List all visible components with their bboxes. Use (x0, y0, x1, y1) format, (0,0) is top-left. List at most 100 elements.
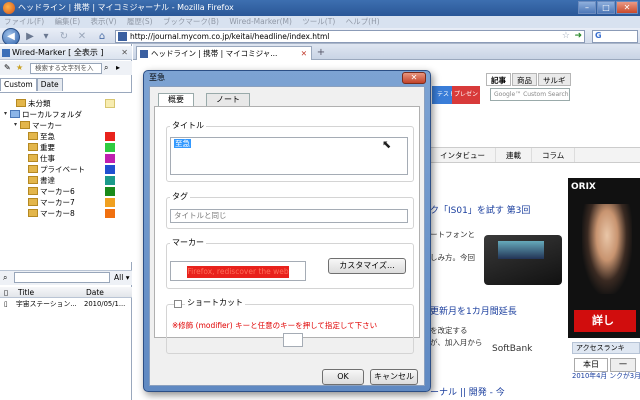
dialog-tab-note[interactable]: ノート (206, 93, 250, 106)
nav-series[interactable]: 連載 (496, 148, 532, 162)
present-banner-button[interactable]: プレゼント (452, 86, 480, 116)
nav-column[interactable]: コラム (532, 148, 576, 162)
tree-item-local-folder[interactable]: ローカルフォルダ (10, 109, 82, 120)
menu-help[interactable]: ヘルプ(H) (346, 17, 380, 26)
list-icon: ▯ (4, 288, 9, 297)
page-icon: ▯ (4, 300, 8, 308)
title-input[interactable]: 至急 (170, 137, 408, 175)
tree-item-marker7[interactable]: マーカー7 (28, 197, 75, 208)
filter-input[interactable] (14, 272, 110, 283)
folder-icon (28, 132, 38, 140)
column-title[interactable]: Title (18, 287, 34, 298)
ranking-tab-today[interactable]: 本日 (574, 358, 608, 372)
tree-item-shotatsu[interactable]: 書達 (28, 175, 55, 186)
close-sidebar-icon[interactable]: ✕ (121, 46, 128, 60)
filter-scope-dropdown[interactable]: All ▾ (114, 272, 129, 283)
orix-ad-banner[interactable]: ORIX 詳し (568, 178, 640, 338)
forward-icon[interactable]: ▶ (24, 31, 36, 43)
tab-custom[interactable]: Custom (0, 78, 37, 91)
article-snippet: が、加入月から (430, 338, 483, 347)
headline-link[interactable]: ク「IS01」を試す 第3回 (430, 203, 530, 216)
tree-item-marker8[interactable]: マーカー8 (28, 208, 75, 219)
site-tab-products[interactable]: 商品 (512, 73, 537, 86)
menu-bar: ファイル(F) 編集(E) 表示(V) 履歴(S) ブックマーク(B) Wire… (0, 16, 640, 28)
url-text: http://journal.mycom.co.jp/keitai/headli… (130, 32, 330, 41)
dialog-title: 至急 (149, 73, 165, 82)
browser-tab[interactable]: ヘッドライン | 携帯 | マイコミジャ... ✕ (136, 46, 312, 60)
menu-file[interactable]: ファイル(F) (4, 17, 44, 26)
tree-item-marker[interactable]: マーカー (20, 120, 62, 131)
reload-icon[interactable]: ↻ (58, 31, 70, 43)
bookmark-star-icon[interactable]: ☆ (562, 31, 570, 42)
firefox-icon (3, 2, 15, 14)
tree-item-marker6[interactable]: マーカー6 (28, 186, 75, 197)
color-swatch (105, 198, 115, 207)
close-window-button[interactable]: ✕ (616, 1, 638, 14)
ok-button[interactable]: OK (322, 369, 364, 385)
shortcut-key-input[interactable] (283, 333, 303, 347)
tab-date[interactable]: Date (36, 78, 63, 91)
folder-icon (16, 99, 26, 107)
ranking-item[interactable]: 2010年4月 ンクが3月 (572, 372, 640, 381)
maximize-button[interactable]: □ (597, 1, 615, 14)
new-tab-button[interactable]: + (314, 47, 328, 59)
tag-input[interactable]: タイトルと同じ (170, 209, 408, 223)
menu-edit[interactable]: 編集(E) (55, 17, 81, 26)
sidebar-search-input[interactable]: 検索する文字列を入 (30, 63, 102, 74)
tree-item-urgent[interactable]: 至急 (28, 131, 55, 142)
site-tab-articles[interactable]: 記事 (486, 73, 511, 86)
ranking-tab-other[interactable]: 一 (610, 358, 636, 372)
list-item[interactable]: ▯ 宇宙ステーション... 2010/05/1... (0, 299, 132, 310)
menu-history[interactable]: 履歴(S) (127, 17, 153, 26)
ad-photo (582, 204, 632, 294)
sidebar-header: Wired-Marker [ 全表示 ] ✕ (0, 46, 132, 60)
expand-icon[interactable]: ▾ (4, 110, 7, 117)
color-swatch (105, 99, 115, 108)
tree-item-important[interactable]: 重要 (28, 142, 55, 153)
tree-item-unsorted[interactable]: 未分類 (16, 98, 51, 109)
site-search-tabs: 記事 商品 サルギ (486, 73, 571, 86)
column-date[interactable]: Date (86, 287, 104, 298)
menu-arrow-icon[interactable]: ▸ (116, 63, 120, 72)
customize-button[interactable]: カスタマイズ... (328, 258, 406, 274)
menu-bookmarks[interactable]: ブックマーク(B) (163, 17, 219, 26)
site-tab-sarugi[interactable]: サルギ (538, 73, 571, 86)
edit-icon[interactable]: ✎ (4, 63, 11, 72)
headline-link[interactable]: ーナル || 開発 - 今 (430, 385, 505, 398)
home-icon[interactable]: ⌂ (96, 31, 108, 43)
search-box[interactable]: G (592, 30, 638, 43)
menu-tools[interactable]: ツール(T) (302, 17, 335, 26)
phone-image (484, 235, 562, 285)
stop-icon[interactable]: ✕ (76, 31, 88, 43)
tree-item-private[interactable]: プライベート (28, 164, 85, 175)
shortcut-label: ショートカット (185, 298, 245, 308)
headline-link[interactable]: 更新月を1カ月間延長 (430, 304, 517, 317)
window-title: ヘッドライン | 携帯 | マイコミジャーナル - Mozilla Firefo… (18, 3, 234, 12)
folder-icon (20, 121, 30, 129)
dropdown-icon[interactable]: ▾ (40, 31, 52, 43)
color-swatch (105, 187, 115, 196)
go-arrow-icon[interactable]: ➜ (574, 31, 582, 42)
search-icon[interactable]: ⌕ (104, 63, 108, 73)
folder-icon (28, 154, 38, 162)
star-icon[interactable]: ★ (16, 63, 23, 72)
access-ranking-header: アクセスランキ (572, 342, 640, 354)
dialog-close-button[interactable]: ✕ (402, 72, 426, 84)
close-tab-icon[interactable]: ✕ (301, 47, 307, 60)
site-search-input[interactable]: Google™ Custom Search (490, 88, 570, 101)
cancel-button[interactable]: キャンセル (370, 369, 418, 385)
url-bar[interactable]: http://journal.mycom.co.jp/keitai/headli… (115, 30, 585, 43)
shortcut-checkbox[interactable] (174, 300, 182, 308)
folder-icon (28, 165, 38, 173)
folder-icon (28, 209, 38, 217)
menu-wired-marker[interactable]: Wired-Marker(M) (229, 17, 292, 26)
article-snippet: を改定する (430, 326, 468, 335)
minimize-button[interactable]: – (578, 1, 596, 14)
tree-item-work[interactable]: 仕事 (28, 153, 55, 164)
dialog-tab-summary[interactable]: 概要 (158, 93, 194, 107)
menu-view[interactable]: 表示(V) (91, 17, 117, 26)
folder-icon (28, 198, 38, 206)
expand-icon[interactable]: ▾ (14, 121, 17, 128)
ad-detail-button[interactable]: 詳し (574, 310, 636, 332)
nav-interview[interactable]: インタビュー (430, 148, 496, 162)
